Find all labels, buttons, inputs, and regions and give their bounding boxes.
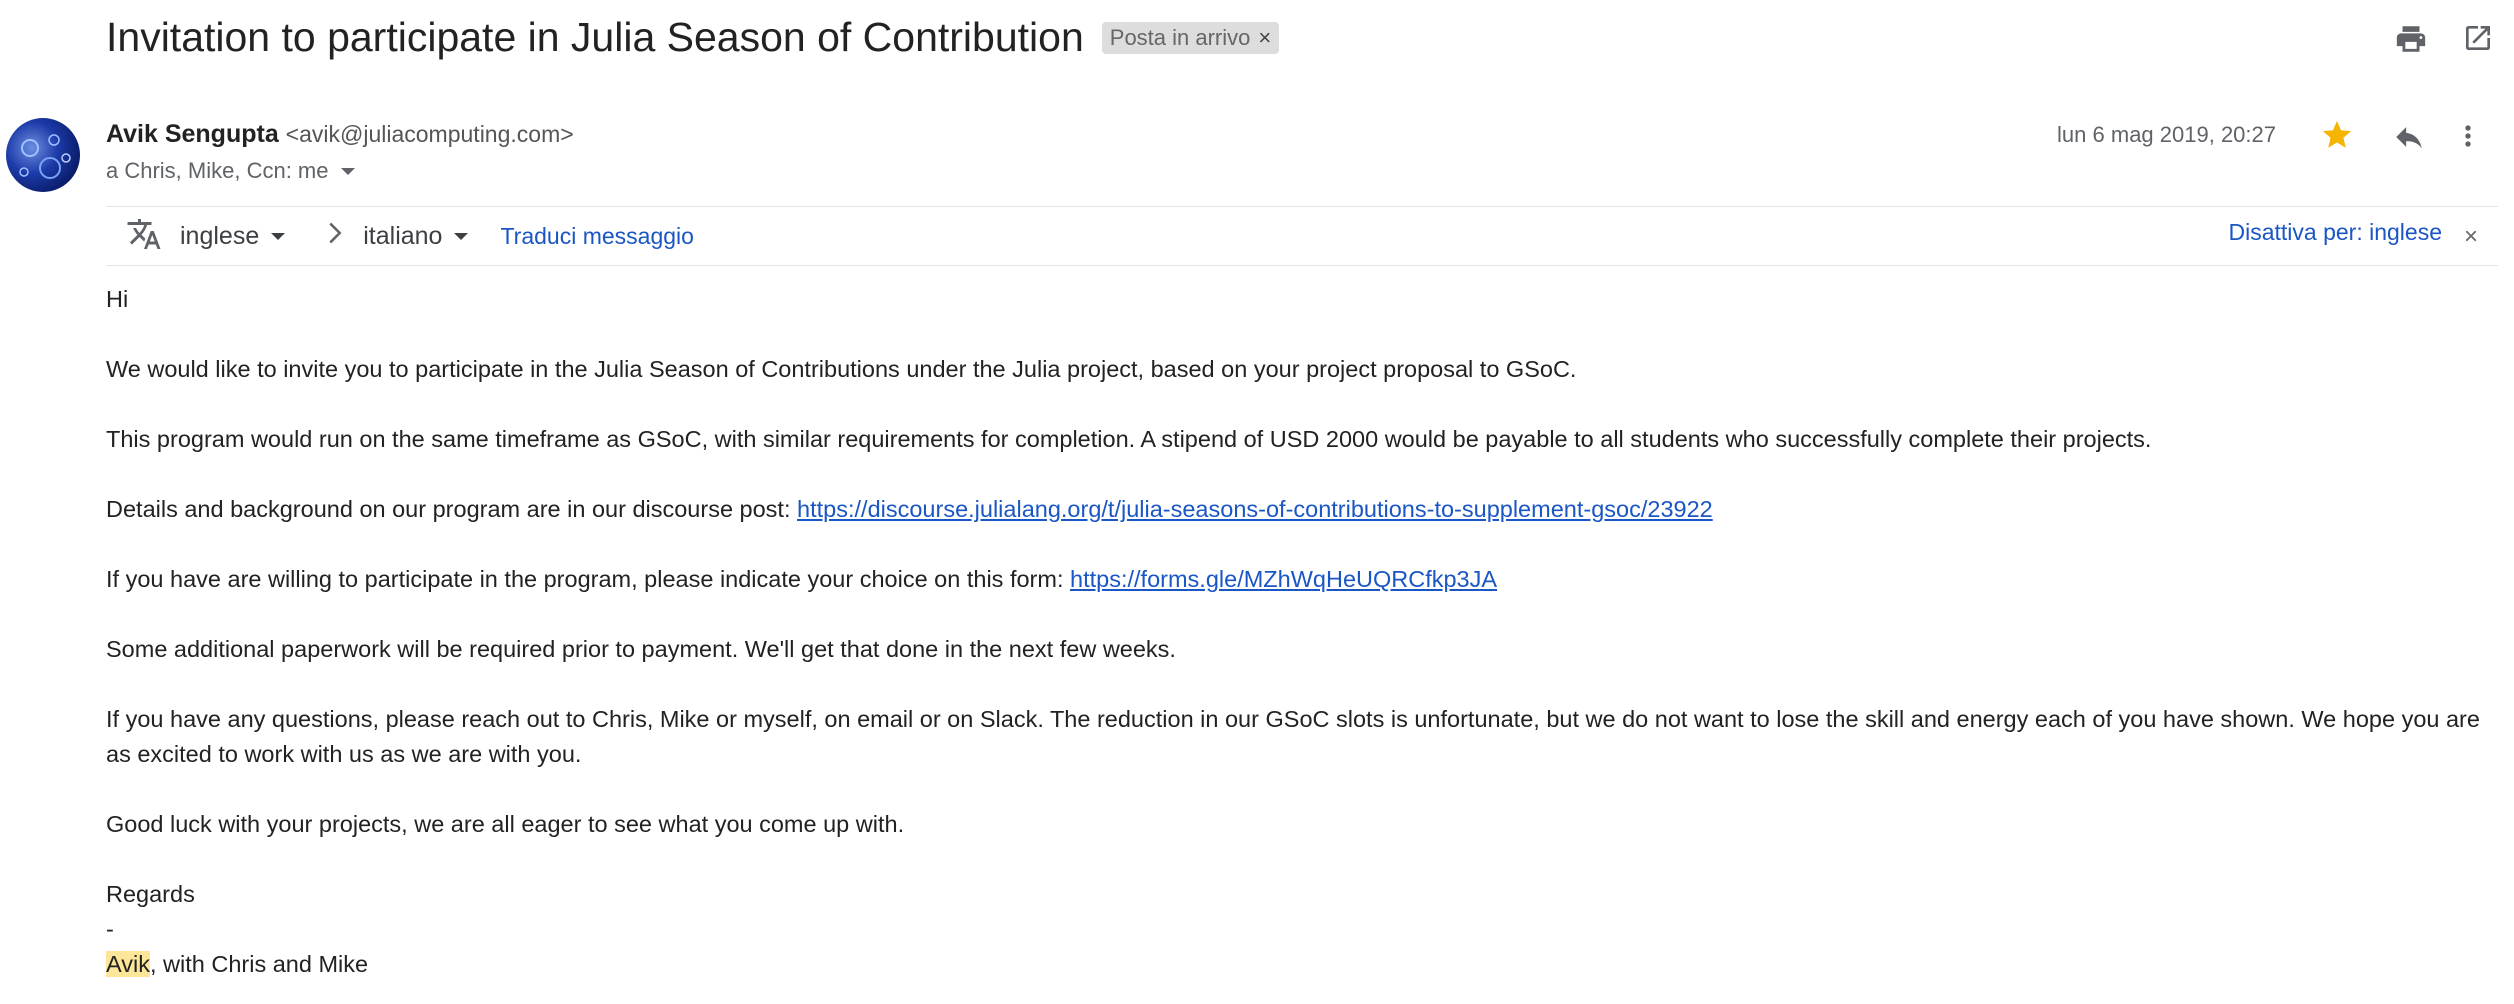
email-date: lun 6 mag 2019, 20:27 (2057, 122, 2276, 147)
label-text: Posta in arrivo (1109, 24, 1251, 50)
paragraph-form: If you have are willing to participate i… (106, 562, 2494, 597)
print-icon[interactable] (2394, 22, 2428, 61)
source-language-label: inglese (180, 221, 260, 250)
top-actions (2394, 22, 2494, 61)
disable-translation-link[interactable]: Disattiva per: inglese (2229, 219, 2443, 246)
email-body: Hi We would like to invite you to partic… (106, 282, 2494, 982)
close-icon[interactable]: × (2464, 223, 2478, 251)
translate-bar: inglese italiano Traduci messaggio Disat… (106, 206, 2498, 266)
paragraph-invite: We would like to invite you to participa… (106, 356, 1577, 382)
discourse-link[interactable]: https://discourse.julialang.org/t/julia-… (797, 496, 1713, 522)
star-icon[interactable] (2320, 118, 2354, 157)
recipients-text: a Chris, Mike, Ccn: me (106, 158, 329, 183)
signature-rest: , with Chris and Mike (149, 951, 369, 977)
email-subject: Invitation to participate in Julia Seaso… (106, 14, 1084, 60)
subject-row: Invitation to participate in Julia Seaso… (106, 14, 1280, 61)
form-link[interactable]: https://forms.gle/MZhWqHeUQRCfkp3JA (1070, 566, 1497, 592)
paragraph-paperwork: Some additional paperwork will be requir… (106, 636, 1176, 662)
signature-name: Avik (106, 951, 150, 977)
translate-icon (126, 216, 162, 257)
reply-icon[interactable] (2392, 120, 2426, 159)
form-text: If you have are willing to participate i… (106, 566, 1071, 592)
inbox-label-chip[interactable]: Posta in arrivo × (1101, 21, 1280, 54)
sender-name[interactable]: Avik Sengupta (106, 120, 279, 148)
open-in-new-window-icon[interactable] (2462, 22, 2494, 61)
recipients-details[interactable]: a Chris, Mike, Ccn: me (106, 158, 355, 184)
chevron-down-icon (454, 232, 469, 240)
details-text: Details and background on our program ar… (106, 496, 798, 522)
signature: Regards - Avik, with Chris and Mike (106, 877, 2494, 982)
paragraph-questions: If you have any questions, please reach … (106, 706, 2480, 767)
target-language-select[interactable]: italiano (363, 221, 469, 251)
translate-message-link[interactable]: Traduci messaggio (500, 223, 693, 250)
paragraph-program: This program would run on the same timef… (106, 426, 2152, 452)
chevron-right-icon (325, 222, 345, 251)
avatar[interactable] (6, 118, 80, 192)
translate-controls: inglese italiano Traduci messaggio (126, 217, 694, 255)
signature-dash: - (106, 916, 114, 942)
remove-label-icon[interactable]: × (1258, 25, 1271, 51)
paragraph-details: Details and background on our program ar… (106, 492, 2494, 527)
regards: Regards (106, 881, 195, 907)
target-language-label: italiano (363, 221, 443, 250)
greeting: Hi (106, 286, 129, 312)
source-language-select[interactable]: inglese (180, 221, 286, 251)
chevron-down-icon (271, 232, 286, 240)
more-vert-icon[interactable] (2452, 120, 2484, 157)
show-details-caret-icon[interactable] (340, 167, 355, 175)
sender-email: <avik@juliacomputing.com> (285, 121, 574, 147)
paragraph-good-luck: Good luck with your projects, we are all… (106, 811, 905, 837)
sender-row: Avik Sengupta <avik@juliacomputing.com> (106, 120, 574, 149)
signature-line: Avik, with Chris and Mike (106, 947, 2494, 982)
